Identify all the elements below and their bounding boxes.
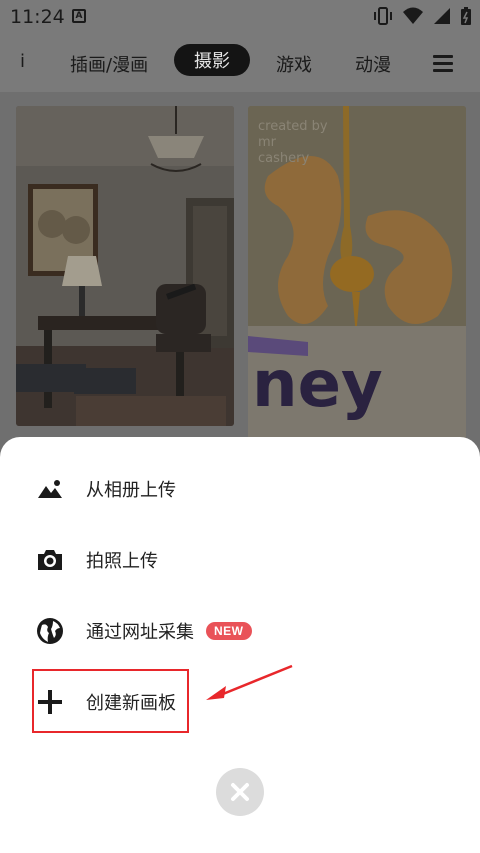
annotation-arrow-icon (206, 664, 293, 700)
feed-card-cashew[interactable]: ney created by mr cashery (248, 106, 466, 442)
signal-icon (434, 8, 450, 24)
collect-from-url-option[interactable]: 通过网址采集 NEW (32, 605, 332, 657)
take-photo-option[interactable]: 拍照上传 (32, 534, 332, 586)
tab-games[interactable]: 游戏 (276, 51, 312, 77)
menu-icon[interactable] (433, 55, 453, 72)
globe-icon (32, 613, 68, 649)
overlay-text: created by (258, 119, 328, 134)
feed-card-study[interactable] (16, 106, 234, 426)
close-button[interactable] (216, 768, 264, 816)
camera-icon (32, 542, 68, 578)
image-feed: ney created by mr cashery (0, 92, 480, 452)
highlight-box (32, 669, 189, 733)
tab-illustration[interactable]: 插画/漫画 (70, 51, 148, 77)
notification-icon: A (72, 9, 86, 23)
brand-text: ney (252, 348, 383, 422)
tab-photography[interactable]: 摄影 (174, 44, 250, 76)
status-icons (372, 6, 472, 26)
collect-from-url-label: 通过网址采集 (86, 622, 194, 643)
status-time: 11:24 (10, 6, 65, 28)
upload-from-album-label: 从相册上传 (86, 480, 176, 501)
take-photo-label: 拍照上传 (86, 551, 158, 572)
new-badge: NEW (206, 622, 252, 640)
tab-anime[interactable]: 动漫 (355, 51, 391, 77)
image-mountain-icon (32, 471, 68, 507)
tab-partial[interactable]: i (20, 51, 25, 72)
overlay-text-mr: mr (258, 135, 277, 150)
cashew-honey-photo: ney created by mr cashery (248, 106, 466, 442)
status-bar: 11:24 A (0, 0, 480, 34)
wifi-icon (403, 7, 423, 24)
close-icon (231, 783, 249, 801)
overlay-text-brand: cashery (258, 151, 309, 166)
vibrate-icon (374, 7, 392, 25)
upload-from-album-option[interactable]: 从相册上传 (32, 463, 332, 515)
study-room-photo (16, 106, 234, 426)
battery-icon (461, 7, 471, 25)
category-tabs: i 插画/漫画 摄影 游戏 动漫 (0, 34, 480, 92)
